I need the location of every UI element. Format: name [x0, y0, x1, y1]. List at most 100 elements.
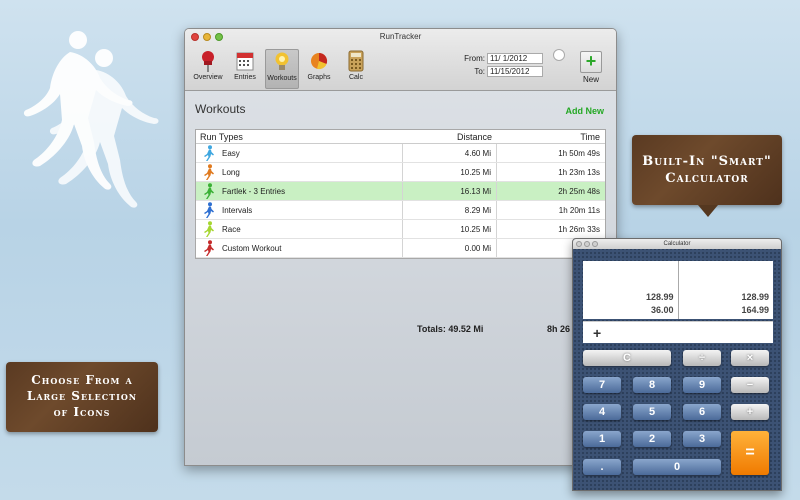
table-row[interactable]: Easy 4.60 Mi 1h 50m 49s — [196, 144, 605, 163]
key-0[interactable]: 0 — [633, 459, 721, 475]
time-cell: 1h 50m 49s — [558, 149, 600, 158]
display-value: 36.00 — [650, 305, 674, 315]
from-row: From: 11/ 1/2012 — [463, 53, 543, 64]
key-6[interactable]: 6 — [683, 404, 721, 420]
callout-line: Built-In "Smart" — [642, 154, 772, 169]
time-cell: 2h 25m 48s — [558, 187, 600, 196]
table-row[interactable]: Race 10.25 Mi 1h 26m 33s — [196, 220, 605, 239]
add-new-link[interactable]: Add New — [565, 106, 604, 116]
from-label: From: — [464, 54, 485, 63]
from-date-field[interactable]: 11/ 1/2012 — [487, 53, 543, 64]
callout-line: Calculator — [665, 171, 749, 186]
calc-zoom-button[interactable] — [592, 241, 598, 247]
time-cell: 1h 23m 13s — [558, 168, 600, 177]
toolbar-calc[interactable]: Calc — [339, 49, 373, 89]
new-label: New — [582, 75, 599, 84]
table-row[interactable]: Custom Workout 0.00 Mi — [196, 239, 605, 258]
calculator-title: Calculator — [663, 241, 691, 247]
clear-key[interactable]: C — [583, 350, 671, 366]
run-type-name: Long — [222, 167, 240, 177]
run-type-name: Race — [222, 224, 241, 234]
minus-key[interactable]: − — [731, 377, 769, 393]
run-type-cell: Intervals — [196, 201, 403, 219]
column-header-time[interactable]: Time — [497, 130, 605, 143]
toolbar: Overview Entries Workouts Graphs Calc — [191, 49, 373, 89]
toolbar-label: Calc — [348, 74, 363, 81]
toolbar-overview[interactable]: Overview — [191, 49, 225, 89]
table-row[interactable]: Intervals 8.29 Mi 1h 20m 11s — [196, 201, 605, 220]
run-type-cell: Race — [196, 220, 403, 238]
display-value: 128.99 — [645, 292, 674, 302]
table-row[interactable]: Fartlek - 3 Entries 16.13 Mi 2h 25m 48s — [196, 182, 605, 201]
calendar-icon — [236, 52, 254, 71]
key-1[interactable]: 1 — [583, 431, 621, 447]
run-type-name: Custom Workout — [222, 243, 282, 253]
table-row[interactable]: Long 10.25 Mi 1h 23m 13s — [196, 163, 605, 182]
workouts-table: Run Types Distance Time Easy 4.60 Mi 1h 50… — [195, 129, 606, 259]
date-stepper[interactable] — [553, 49, 565, 61]
runner-icon — [204, 202, 214, 218]
new-button[interactable]: + New — [578, 51, 604, 84]
display-column-right: 128.99 164.99 — [679, 261, 774, 319]
to-date-field[interactable]: 11/15/2012 — [487, 66, 543, 77]
distance-cell: 4.60 Mi — [403, 144, 497, 162]
totals-distance: Totals: 49.52 Mi — [417, 324, 484, 334]
icons-callout: Choose From a Large Selection of Icons — [6, 362, 158, 432]
toolbar-label: Entries — [234, 74, 256, 81]
callout-line: Large Selection — [26, 389, 138, 403]
lightbulb-icon — [275, 52, 289, 70]
to-label: To: — [474, 67, 485, 76]
workouts-panel: Workouts Add New Run Types Distance Time… — [185, 92, 616, 465]
runner-icon — [204, 221, 214, 237]
key-5[interactable]: 5 — [633, 404, 671, 420]
run-type-name: Easy — [222, 148, 240, 158]
time-cell: 1h 20m 11s — [558, 206, 600, 215]
key-9[interactable]: 9 — [683, 377, 721, 393]
callout-line: Choose From a — [31, 373, 133, 387]
toolbar-label: Workouts — [267, 75, 297, 82]
toolbar-graphs[interactable]: Graphs — [302, 49, 336, 89]
toolbar-label: Graphs — [307, 74, 331, 81]
run-type-cell: Fartlek - 3 Entries — [196, 182, 403, 200]
calc-close-button[interactable] — [576, 241, 582, 247]
divide-key[interactable]: ÷ — [683, 350, 721, 366]
distance-cell: 0.00 Mi — [403, 239, 497, 257]
equals-key[interactable]: = — [731, 431, 769, 475]
section-title: Workouts — [195, 102, 246, 116]
toolbar-label: Overview — [193, 74, 223, 81]
runner-icon — [204, 145, 214, 161]
key-7[interactable]: 7 — [583, 377, 621, 393]
column-header-distance[interactable]: Distance — [403, 130, 497, 143]
key-3[interactable]: 3 — [683, 431, 721, 447]
distance-cell: 8.29 Mi — [403, 201, 497, 219]
operator-display: + — [583, 321, 773, 343]
totals-time: 8h 26 — [547, 324, 571, 334]
multiply-key[interactable]: × — [731, 350, 769, 366]
distance-cell: 10.25 Mi — [403, 220, 497, 238]
distance-cell: 10.25 Mi — [403, 163, 497, 181]
plus-key[interactable]: + — [731, 404, 769, 420]
to-row: To: 11/15/2012 — [463, 66, 543, 77]
pushpin-icon — [202, 51, 214, 72]
key-4[interactable]: 4 — [583, 404, 621, 420]
display-column-left: 128.99 36.00 — [583, 261, 679, 319]
calculator-display: 128.99 36.00 128.99 164.99 — [583, 261, 773, 319]
column-header-run-types[interactable]: Run Types — [196, 130, 403, 143]
key-2[interactable]: 2 — [633, 431, 671, 447]
calculator-icon — [348, 50, 364, 72]
callout-line: of Icons — [53, 405, 111, 419]
run-type-cell: Long — [196, 163, 403, 181]
display-value: 164.99 — [741, 305, 769, 315]
run-type-cell: Easy — [196, 144, 403, 162]
plus-icon: + — [580, 51, 602, 73]
toolbar-entries[interactable]: Entries — [228, 49, 262, 89]
distance-cell: 16.13 Mi — [403, 182, 497, 200]
date-range: From: 11/ 1/2012 To: 11/15/2012 — [463, 53, 543, 79]
key-8[interactable]: 8 — [633, 377, 671, 393]
decimal-key[interactable]: . — [583, 459, 621, 475]
runner-icon — [204, 183, 214, 199]
calculator-callout: Built-In "Smart" Calculator — [632, 135, 782, 217]
calc-minimize-button[interactable] — [584, 241, 590, 247]
calculator-window-controls — [576, 241, 598, 247]
toolbar-workouts[interactable]: Workouts — [265, 49, 299, 89]
